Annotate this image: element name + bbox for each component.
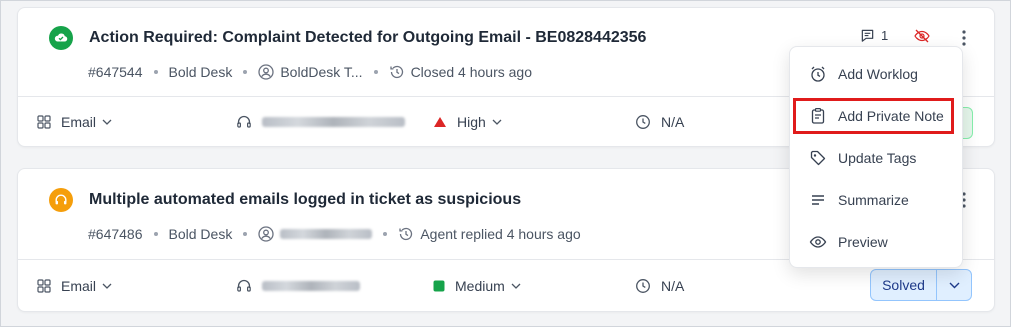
priority-medium-icon bbox=[433, 280, 445, 292]
chevron-down-icon bbox=[102, 283, 112, 289]
requester-name[interactable]: BoldDesk T... bbox=[280, 64, 362, 80]
agent-field[interactable] bbox=[236, 260, 360, 312]
due-value: N/A bbox=[661, 114, 685, 130]
comment-count: 1 bbox=[881, 28, 889, 43]
status-dropdown[interactable]: Solved bbox=[870, 269, 972, 301]
ticket-title[interactable]: Action Required: Complaint Detected for … bbox=[89, 29, 646, 47]
timer-icon bbox=[809, 65, 829, 83]
clock-icon bbox=[635, 114, 651, 130]
menu-item-add-private-note[interactable]: Add Private Note bbox=[793, 98, 954, 134]
menu-item-label: Summarize bbox=[838, 192, 909, 208]
redacted-agent-name bbox=[262, 281, 360, 291]
separator bbox=[153, 232, 158, 236]
status-value: Solved bbox=[871, 270, 937, 300]
due-date-field[interactable]: N/A bbox=[635, 97, 684, 147]
separator bbox=[243, 232, 248, 236]
separator bbox=[373, 70, 378, 74]
headset-icon bbox=[236, 278, 252, 294]
priority-dropdown[interactable]: Medium bbox=[433, 260, 521, 312]
menu-item-update-tags[interactable]: Update Tags bbox=[794, 140, 958, 176]
grid-icon bbox=[37, 279, 51, 293]
channel-value: Email bbox=[61, 114, 97, 130]
summarize-icon bbox=[809, 191, 829, 209]
menu-item-label: Add Worklog bbox=[838, 66, 918, 82]
closed-status-icon bbox=[49, 26, 73, 50]
ticket-title[interactable]: Multiple automated emails logged in tick… bbox=[89, 191, 521, 209]
user-icon bbox=[258, 226, 274, 242]
menu-item-label: Update Tags bbox=[838, 150, 917, 166]
priority-high-icon bbox=[433, 116, 447, 128]
headset-status-icon bbox=[49, 188, 73, 212]
chevron-down-icon bbox=[511, 283, 521, 289]
channel-dropdown[interactable]: Email bbox=[37, 260, 112, 312]
ticket-id[interactable]: #647486 bbox=[88, 226, 143, 242]
ticket-id[interactable]: #647544 bbox=[88, 64, 143, 80]
separator bbox=[153, 70, 158, 74]
history-icon bbox=[398, 226, 414, 242]
due-value: N/A bbox=[661, 278, 685, 294]
priority-dropdown[interactable]: High bbox=[433, 97, 502, 147]
priority-value: High bbox=[457, 114, 486, 130]
menu-item-summarize[interactable]: Summarize bbox=[794, 182, 958, 218]
channel-dropdown[interactable]: Email bbox=[37, 97, 112, 147]
brand-name: Bold Desk bbox=[168, 226, 233, 242]
chevron-down-icon bbox=[102, 119, 112, 125]
menu-item-preview[interactable]: Preview bbox=[794, 224, 958, 260]
eye-icon bbox=[809, 233, 829, 251]
activity-status: Agent replied 4 hours ago bbox=[420, 226, 581, 242]
history-icon bbox=[389, 64, 405, 80]
due-date-field[interactable]: N/A bbox=[635, 260, 684, 312]
clock-icon bbox=[635, 278, 651, 294]
menu-item-add-worklog[interactable]: Add Worklog bbox=[794, 56, 958, 92]
more-actions-icon[interactable] bbox=[956, 28, 972, 48]
agent-field[interactable] bbox=[236, 97, 405, 147]
tag-icon bbox=[809, 149, 829, 167]
channel-value: Email bbox=[61, 278, 97, 294]
separator bbox=[383, 232, 388, 236]
brand-name: Bold Desk bbox=[168, 64, 233, 80]
grid-icon bbox=[37, 115, 51, 129]
redacted-agent-name bbox=[262, 117, 405, 127]
chevron-down-icon bbox=[492, 119, 502, 125]
redacted-requester-name[interactable] bbox=[280, 229, 373, 239]
menu-item-label: Add Private Note bbox=[838, 108, 944, 124]
comment-icon[interactable] bbox=[860, 28, 875, 43]
more-actions-menu: Add Worklog Add Private Note Update Tags… bbox=[789, 46, 963, 268]
separator bbox=[243, 70, 248, 74]
menu-item-label: Preview bbox=[838, 234, 888, 250]
headset-icon bbox=[236, 114, 252, 130]
eye-off-icon[interactable] bbox=[914, 29, 930, 43]
priority-value: Medium bbox=[455, 278, 505, 294]
user-icon bbox=[258, 64, 274, 80]
chevron-down-icon[interactable] bbox=[937, 282, 971, 289]
activity-status: Closed 4 hours ago bbox=[410, 64, 532, 80]
note-icon bbox=[809, 107, 829, 125]
